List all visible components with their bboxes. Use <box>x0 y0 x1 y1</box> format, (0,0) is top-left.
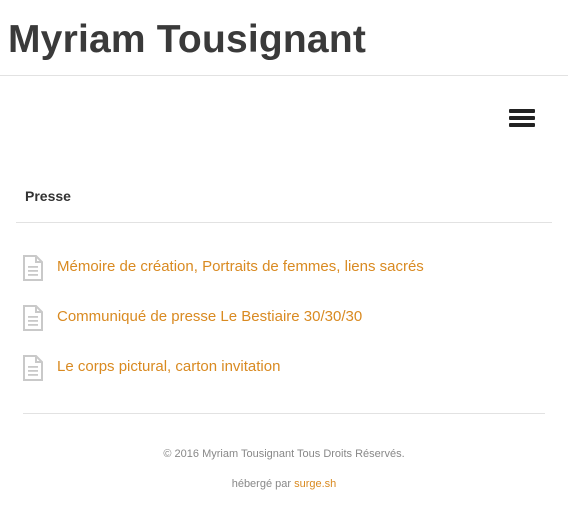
document-icon <box>23 355 43 381</box>
document-icon <box>23 305 43 331</box>
document-link[interactable]: Le corps pictural, carton invitation <box>57 358 280 376</box>
footer-divider <box>23 413 545 414</box>
list-item: Le corps pictural, carton invitation <box>0 350 568 386</box>
hosting-credit: hébergé par surge.sh <box>0 477 568 491</box>
copyright-text: © 2016 Myriam Tousignant Tous Droits Rés… <box>163 448 405 460</box>
site-title-link[interactable]: Myriam Tousignant <box>8 17 366 63</box>
hamburger-menu-icon[interactable] <box>509 106 536 128</box>
document-link[interactable]: Mémoire de création, Portraits de femmes… <box>57 258 424 276</box>
document-link[interactable]: Communiqué de presse Le Bestiaire 30/30/… <box>57 308 362 326</box>
section-divider <box>16 222 552 223</box>
list-item: Mémoire de création, Portraits de femmes… <box>0 250 568 286</box>
site-header: Myriam Tousignant <box>0 0 568 76</box>
hosting-credit-prefix: hébergé par <box>231 478 292 490</box>
menu-bar <box>509 109 535 113</box>
document-icon <box>23 255 43 281</box>
menu-bar <box>509 116 535 120</box>
list-item: Communiqué de presse Le Bestiaire 30/30/… <box>0 300 568 336</box>
surge-link[interactable]: surge.sh <box>294 478 336 490</box>
menu-bar <box>509 123 535 127</box>
section-title: Presse <box>25 188 71 204</box>
